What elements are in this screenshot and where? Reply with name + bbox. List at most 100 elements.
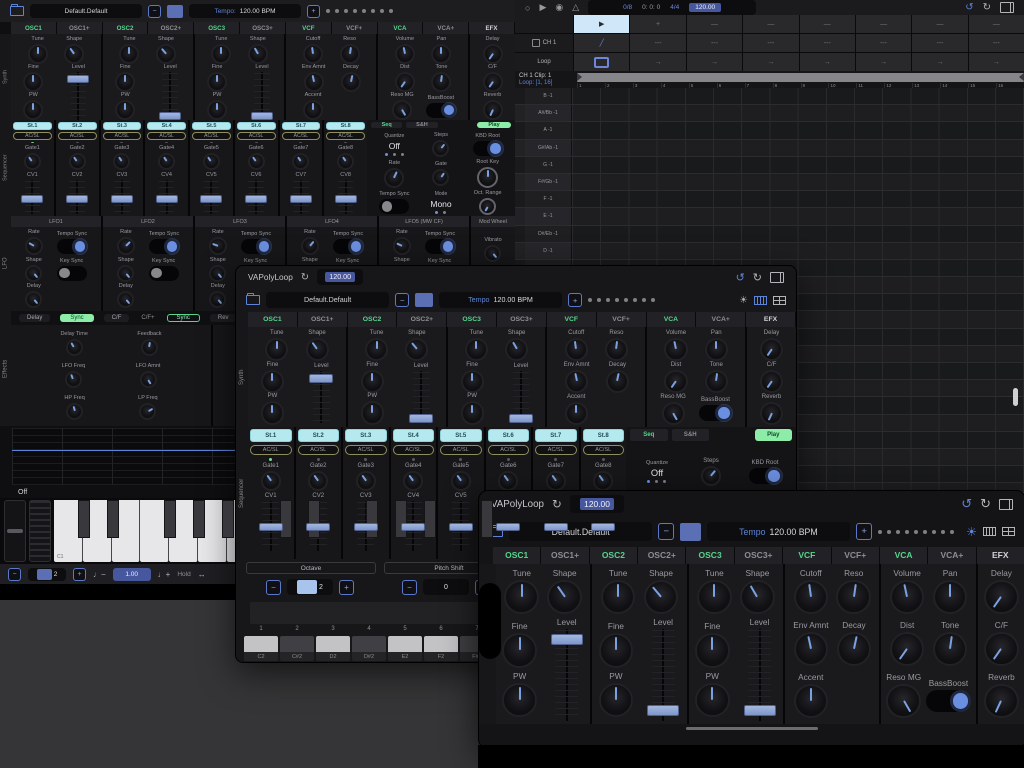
rate-knob[interactable]: [116, 237, 135, 256]
black-key[interactable]: [308, 500, 321, 538]
reverb-knob[interactable]: [482, 100, 503, 120]
env-amnt-knob[interactable]: [793, 631, 829, 667]
tab-osc1[interactable]: OSC1: [493, 546, 542, 564]
clip-cell[interactable]: ---: [799, 34, 855, 52]
pad-d-2[interactable]: D#2: [352, 636, 386, 661]
clip-cell[interactable]: —: [686, 15, 743, 33]
pad-c2[interactable]: C2: [244, 636, 278, 661]
play-button[interactable]: Play: [476, 122, 511, 128]
loop-bar[interactable]: [577, 73, 1024, 82]
undo-icon[interactable]: ↺: [736, 271, 745, 284]
tab-osc1[interactable]: OSC1+: [541, 546, 590, 564]
clip-cell[interactable]: +: [630, 15, 686, 33]
cutoff-knob[interactable]: [793, 579, 829, 615]
black-key[interactable]: [481, 500, 494, 538]
bpm-box[interactable]: 120.00: [569, 494, 625, 514]
rate-knob[interactable]: [384, 167, 405, 188]
key-sync-toggle[interactable]: [148, 265, 179, 281]
tab-vcf[interactable]: VCF+: [831, 546, 880, 564]
accent-slide-button-4[interactable]: AC/SL: [392, 444, 434, 456]
view-keyboard-icon[interactable]: [983, 527, 997, 537]
cv8-slider[interactable]: [334, 180, 358, 214]
tempo-sync-toggle[interactable]: [332, 238, 363, 254]
shape-knob[interactable]: [25, 264, 43, 282]
delay-knob[interactable]: [984, 579, 1019, 615]
tune-knob[interactable]: [27, 44, 48, 64]
reverb-knob[interactable]: [759, 401, 784, 425]
slider-thumb[interactable]: [496, 522, 521, 532]
octave-plus-button[interactable]: +: [73, 567, 86, 581]
loop-bar-end-handle[interactable]: [1019, 73, 1024, 81]
volume-knob[interactable]: [889, 579, 925, 615]
slider-thumb[interactable]: [250, 111, 273, 120]
shape-knob[interactable]: [643, 579, 679, 615]
gate5-knob[interactable]: [202, 153, 220, 170]
fx-tab-c-f[interactable]: C/F+: [139, 314, 156, 322]
tab-vca[interactable]: VCA+: [928, 546, 977, 564]
step-button-5[interactable]: St.5: [440, 429, 482, 443]
fx-tab-c-f[interactable]: C/F: [103, 314, 130, 322]
clip-cell[interactable]: ---: [968, 34, 1024, 52]
fx-tab-rev[interactable]: Rev: [209, 314, 237, 322]
tab-osc3[interactable]: OSC3+: [240, 22, 286, 34]
preset-box[interactable]: Default.Default: [509, 522, 653, 542]
transport-bpm-value[interactable]: 120.00: [689, 3, 722, 12]
cycle-value[interactable]: 0/8: [623, 4, 632, 11]
tempo-sync-toggle[interactable]: [424, 238, 455, 254]
view-sun-icon[interactable]: ☀: [966, 525, 977, 539]
step-button-4[interactable]: St.4: [392, 429, 434, 443]
view-sun-icon[interactable]: ☀: [739, 295, 748, 306]
accent-slide-button-4[interactable]: AC/SL: [147, 132, 186, 140]
transport-play-icon[interactable]: ▶: [539, 2, 546, 13]
seq-tab-s-h[interactable]: S&H: [406, 122, 438, 128]
step-button-4[interactable]: St.4: [147, 122, 186, 130]
seq-tab-s-h[interactable]: S&H: [671, 429, 710, 442]
sidebar-icon[interactable]: [1000, 2, 1014, 13]
reso-knob[interactable]: [836, 579, 871, 615]
root-key-knob[interactable]: [477, 167, 499, 188]
level-slider[interactable]: [508, 371, 534, 424]
accent-slide-button-6[interactable]: AC/SL: [487, 444, 529, 456]
slider-thumb[interactable]: [110, 194, 133, 203]
mod-wheel[interactable]: [29, 500, 51, 562]
hold-button[interactable]: Hold: [177, 571, 190, 578]
key-sync-toggle[interactable]: [56, 265, 87, 281]
slider-thumb[interactable]: [200, 194, 223, 203]
note-label-cell[interactable]: E -1: [525, 208, 572, 225]
pitch-wheel[interactable]: [4, 500, 26, 562]
black-key[interactable]: [221, 500, 234, 538]
cv5-slider[interactable]: [199, 180, 223, 214]
slider-thumb[interactable]: [159, 111, 182, 120]
clip-cell[interactable]: →: [799, 53, 855, 71]
tone-knob[interactable]: [932, 631, 968, 667]
steps-knob[interactable]: [432, 140, 450, 157]
tempo-box[interactable]: Tempo: 120.00 BPM: [189, 4, 301, 18]
level-slider[interactable]: [549, 629, 585, 722]
slider-thumb[interactable]: [21, 194, 44, 203]
steps-knob[interactable]: [701, 466, 721, 486]
gate-knob[interactable]: [432, 169, 450, 186]
tune-knob[interactable]: [464, 337, 488, 361]
black-key[interactable]: [394, 500, 407, 538]
gate7-knob[interactable]: [292, 153, 310, 170]
level-slider[interactable]: [742, 629, 778, 722]
tab-osc2[interactable]: OSC2+: [638, 546, 687, 564]
transport-metronome-icon[interactable]: △: [572, 2, 579, 13]
page-dots[interactable]: [588, 298, 656, 303]
page-dots[interactable]: [878, 529, 955, 534]
fine-knob[interactable]: [502, 633, 537, 668]
black-key[interactable]: [77, 500, 90, 538]
tab-vca[interactable]: VCA: [879, 546, 929, 564]
kbd-root-toggle[interactable]: [472, 141, 503, 156]
loop-bar-start-handle[interactable]: [577, 73, 582, 81]
loop-sync-icon[interactable]: ↻: [552, 497, 562, 511]
gate1-knob[interactable]: [260, 470, 281, 491]
reso-mg-knob[interactable]: [661, 401, 685, 425]
cv5-slider[interactable]: [448, 500, 474, 551]
note-label-cell[interactable]: F#/Gb -1: [525, 173, 572, 191]
clip-cell[interactable]: —: [968, 15, 1024, 33]
tab-osc2[interactable]: OSC2+: [397, 312, 448, 328]
tab-vcf[interactable]: VCF: [285, 22, 332, 34]
tab-vca[interactable]: VCA+: [696, 312, 747, 328]
accent-knob[interactable]: [793, 683, 829, 719]
